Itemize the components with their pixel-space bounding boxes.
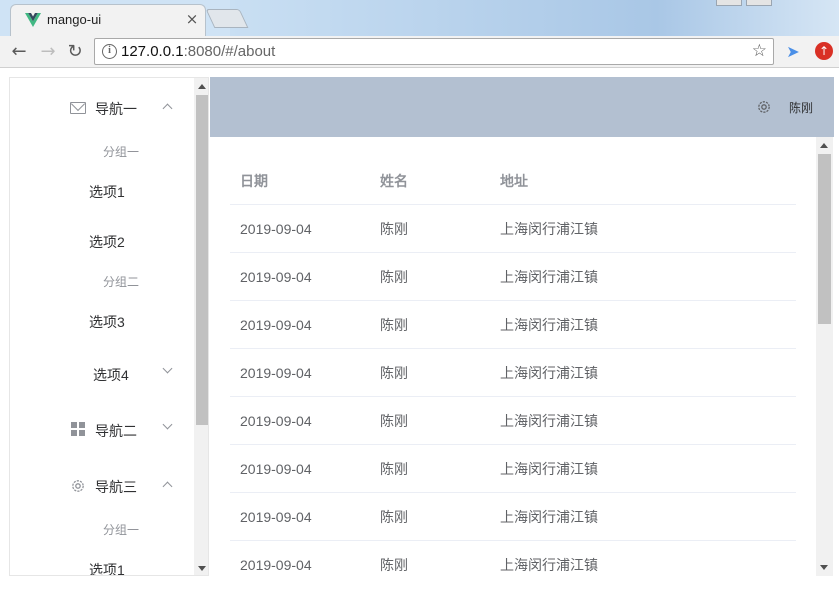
column-header-name[interactable]: 姓名 xyxy=(380,157,408,205)
cell-date: 2019-09-04 xyxy=(240,317,312,333)
browser-titlebar: mango-ui × xyxy=(0,0,839,36)
table-row[interactable]: 2019-09-04 陈刚 上海闵行浦江镇 xyxy=(230,349,796,397)
nav-menu-3-label: 导航三 xyxy=(95,479,137,495)
back-arrow-icon[interactable]: ← xyxy=(7,40,31,64)
cell-name: 陈刚 xyxy=(380,269,408,285)
column-header-date[interactable]: 日期 xyxy=(240,157,268,205)
vue-logo-icon xyxy=(25,13,41,27)
forward-arrow-icon[interactable]: → xyxy=(36,40,60,64)
table-body: 2019-09-04 陈刚 上海闵行浦江镇 2019-09-04 陈刚 上海闵行浦江镇 20… xyxy=(230,205,796,576)
cell-date: 2019-09-04 xyxy=(240,221,312,237)
scroll-up-arrow-icon[interactable] xyxy=(198,84,206,89)
browser-toolbar: ← → ↻ i 127.0.0.1:8080/#/about ☆ ➤ ↑ xyxy=(0,36,839,68)
page: 导航一 分组一 选项1 选项2 分组二 选项3 选项4 导航二 导航三 分组一 xyxy=(0,69,839,613)
cell-date: 2019-09-04 xyxy=(240,509,312,525)
cell-address: 上海闵行浦江镇 xyxy=(500,269,598,285)
nav-menu-1-label: 导航一 xyxy=(95,101,137,117)
table-row[interactable]: 2019-09-04 陈刚 上海闵行浦江镇 xyxy=(230,205,796,253)
bookmark-star-icon[interactable]: ☆ xyxy=(752,41,767,61)
submenu-option-4-label: 选项4 xyxy=(93,367,129,383)
tab-close-icon[interactable]: × xyxy=(183,10,201,28)
gear-icon[interactable] xyxy=(756,99,772,115)
extension-upload-icon[interactable]: ↑ xyxy=(815,42,833,60)
menu-item-option-2[interactable]: 选项2 xyxy=(89,232,125,252)
cell-date: 2019-09-04 xyxy=(240,365,312,381)
reload-icon[interactable]: ↻ xyxy=(63,40,87,64)
gear-icon xyxy=(72,480,84,492)
cell-date: 2019-09-04 xyxy=(240,269,312,285)
cell-address: 上海闵行浦江镇 xyxy=(500,509,598,525)
cell-date: 2019-09-04 xyxy=(240,557,312,573)
data-table: 日期 姓名 地址 2019-09-04 陈刚 上海闵行浦江镇 2019-09-04 陈刚… xyxy=(230,157,796,576)
cell-date: 2019-09-04 xyxy=(240,413,312,429)
address-bar[interactable]: i 127.0.0.1:8080/#/about ☆ xyxy=(94,38,774,65)
table-row[interactable]: 2019-09-04 陈刚 上海闵行浦江镇 xyxy=(230,541,796,576)
scrollbar-thumb[interactable] xyxy=(818,154,831,324)
cell-name: 陈刚 xyxy=(380,317,408,333)
minimize-button[interactable] xyxy=(716,0,742,6)
menu-item-option-1[interactable]: 选项1 xyxy=(89,182,125,202)
scroll-up-arrow-icon[interactable] xyxy=(820,143,828,148)
group-title-1: 分组一 xyxy=(103,145,140,159)
cell-name: 陈刚 xyxy=(380,413,408,429)
cell-name: 陈刚 xyxy=(380,461,408,477)
table-row[interactable]: 2019-09-04 陈刚 上海闵行浦江镇 xyxy=(230,253,796,301)
menu-item-option-1[interactable]: 选项1 xyxy=(89,560,125,575)
url-text: 127.0.0.1:8080/#/about xyxy=(121,43,276,60)
table-row[interactable]: 2019-09-04 陈刚 上海闵行浦江镇 xyxy=(230,445,796,493)
content-scrollbar[interactable] xyxy=(816,137,833,576)
menu-item-option-3[interactable]: 选项3 xyxy=(89,312,125,332)
group-title-3: 分组一 xyxy=(103,523,140,537)
cell-address: 上海闵行浦江镇 xyxy=(500,557,598,573)
cell-address: 上海闵行浦江镇 xyxy=(500,461,598,477)
cell-date: 2019-09-04 xyxy=(240,461,312,477)
cell-address: 上海闵行浦江镇 xyxy=(500,413,598,429)
sidebar-scrollbar[interactable] xyxy=(194,78,208,575)
cell-address: 上海闵行浦江镇 xyxy=(500,317,598,333)
cell-name: 陈刚 xyxy=(380,221,408,237)
table-header-row: 日期 姓名 地址 xyxy=(230,157,796,205)
cell-address: 上海闵行浦江镇 xyxy=(500,365,598,381)
main-area: 陈刚 日期 姓名 地址 2019-09-04 陈刚 上海闵行浦江镇 2019-09-0… xyxy=(210,77,834,576)
sidebar-menu: 导航一 分组一 选项1 选项2 分组二 选项3 选项4 导航二 导航三 分组一 xyxy=(9,77,209,576)
chevron-down-icon xyxy=(162,419,173,430)
table-row[interactable]: 2019-09-04 陈刚 上海闵行浦江镇 xyxy=(230,301,796,349)
chevron-up-icon xyxy=(162,103,173,114)
grid-icon xyxy=(71,422,85,436)
chevron-down-icon xyxy=(162,363,173,374)
header-bar: 陈刚 xyxy=(210,77,834,137)
user-name[interactable]: 陈刚 xyxy=(789,99,813,116)
extension-bird-icon[interactable]: ➤ xyxy=(784,43,802,61)
cell-name: 陈刚 xyxy=(380,557,408,573)
chevron-up-icon xyxy=(162,481,173,492)
cell-address: 上海闵行浦江镇 xyxy=(500,221,598,237)
cell-name: 陈刚 xyxy=(380,509,408,525)
maximize-button[interactable] xyxy=(746,0,772,6)
group-title-2: 分组二 xyxy=(103,275,140,289)
scrollbar-thumb[interactable] xyxy=(196,95,208,425)
mail-icon xyxy=(70,102,86,114)
table-row[interactable]: 2019-09-04 陈刚 上海闵行浦江镇 xyxy=(230,493,796,541)
nav-menu-2-label: 导航二 xyxy=(95,423,137,439)
scroll-down-arrow-icon[interactable] xyxy=(198,566,206,571)
scroll-down-arrow-icon[interactable] xyxy=(820,565,828,570)
content-area: 日期 姓名 地址 2019-09-04 陈刚 上海闵行浦江镇 2019-09-04 陈刚… xyxy=(210,137,834,576)
column-header-address[interactable]: 地址 xyxy=(500,157,528,205)
info-icon[interactable]: i xyxy=(102,44,117,59)
tab-title: mango-ui xyxy=(47,12,102,27)
browser-tab[interactable]: mango-ui × xyxy=(10,4,206,36)
cell-name: 陈刚 xyxy=(380,365,408,381)
table-row[interactable]: 2019-09-04 陈刚 上海闵行浦江镇 xyxy=(230,397,796,445)
